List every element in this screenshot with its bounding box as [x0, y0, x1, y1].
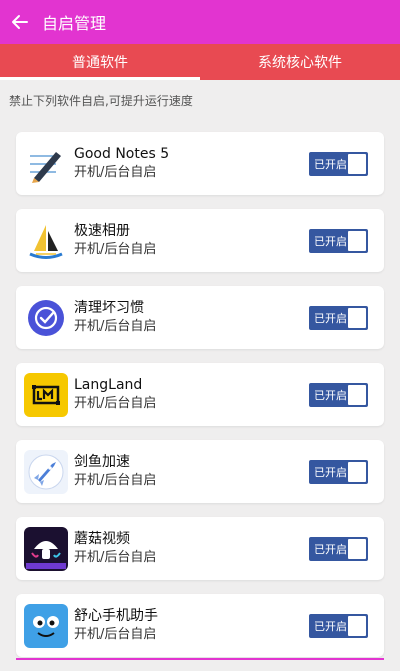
app-bar: 自启管理: [0, 0, 400, 44]
rocket-icon: [24, 449, 68, 494]
list-item: LangLand 开机/后台自启 已开启: [16, 363, 384, 426]
toggle-knob: [348, 616, 366, 636]
toggle-label: 已开启: [314, 466, 347, 479]
toggle-knob: [348, 539, 366, 559]
mushroom-icon: [24, 526, 68, 571]
langland-icon: [24, 372, 68, 417]
list-item: 蘑菇视频 开机/后台自启 已开启: [16, 517, 384, 580]
back-button[interactable]: [0, 0, 40, 44]
check-circle-icon: [24, 295, 68, 340]
toggle-knob: [348, 462, 366, 482]
app-subtitle: 开机/后台自启: [74, 242, 157, 257]
tab-system-core-apps[interactable]: 系统核心软件: [200, 44, 400, 80]
app-subtitle: 开机/后台自启: [74, 319, 157, 334]
tab-normal-apps[interactable]: 普通软件: [0, 44, 200, 80]
list-item: 剑鱼加速 开机/后台自启 已开启: [16, 440, 384, 503]
app-name: Good Notes 5: [74, 146, 170, 162]
autostart-toggle[interactable]: 已开启: [309, 537, 368, 561]
app-name: 极速相册: [74, 223, 130, 239]
toggle-knob: [348, 231, 366, 251]
app-subtitle: 开机/后台自启: [74, 165, 157, 180]
app-name: 舒心手机助手: [74, 608, 158, 624]
app-subtitle: 开机/后台自启: [74, 550, 157, 565]
toggle-label: 已开启: [314, 312, 347, 325]
goodnotes-icon: [24, 141, 68, 186]
page-title: 自启管理: [42, 14, 107, 33]
toggle-label: 已开启: [314, 620, 347, 633]
toggle-label: 已开启: [314, 543, 347, 556]
autostart-toggle[interactable]: 已开启: [309, 306, 368, 330]
app-subtitle: 开机/后台自启: [74, 396, 157, 411]
list-item: Good Notes 5 开机/后台自启 已开启: [16, 132, 384, 195]
autostart-toggle[interactable]: 已开启: [309, 614, 368, 638]
list-item: 清理坏习惯 开机/后台自启 已开启: [16, 286, 384, 349]
app-list: Good Notes 5 开机/后台自启 已开启 极速相册 开机/后台自启 已开…: [16, 132, 384, 671]
tab-bar: 普通软件 系统核心软件: [0, 44, 400, 80]
toggle-knob: [348, 308, 366, 328]
autostart-toggle[interactable]: 已开启: [309, 229, 368, 253]
toggle-label: 已开启: [314, 389, 347, 402]
sailboat-icon: [24, 218, 68, 263]
hint-text: 禁止下列软件自启,可提升运行速度: [9, 94, 193, 108]
list-item: 舒心手机助手 开机/后台自启 已开启: [16, 594, 384, 657]
app-name: 蘑菇视频: [74, 531, 130, 547]
app-name: 清理坏习惯: [74, 300, 144, 316]
toggle-knob: [348, 154, 366, 174]
app-name: 剑鱼加速: [74, 454, 130, 470]
app-name: LangLand: [74, 377, 143, 393]
autostart-toggle[interactable]: 已开启: [309, 383, 368, 407]
list-item: 极速相册 开机/后台自启 已开启: [16, 209, 384, 272]
app-subtitle: 开机/后台自启: [74, 627, 157, 642]
smiley-face-icon: [24, 603, 68, 648]
arrow-left-icon: [12, 15, 28, 29]
toggle-label: 已开启: [314, 235, 347, 248]
toggle-label: 已开启: [314, 158, 347, 171]
autostart-toggle[interactable]: 已开启: [309, 460, 368, 484]
autostart-toggle[interactable]: 已开启: [309, 152, 368, 176]
toggle-knob: [348, 385, 366, 405]
app-subtitle: 开机/后台自启: [74, 473, 157, 488]
